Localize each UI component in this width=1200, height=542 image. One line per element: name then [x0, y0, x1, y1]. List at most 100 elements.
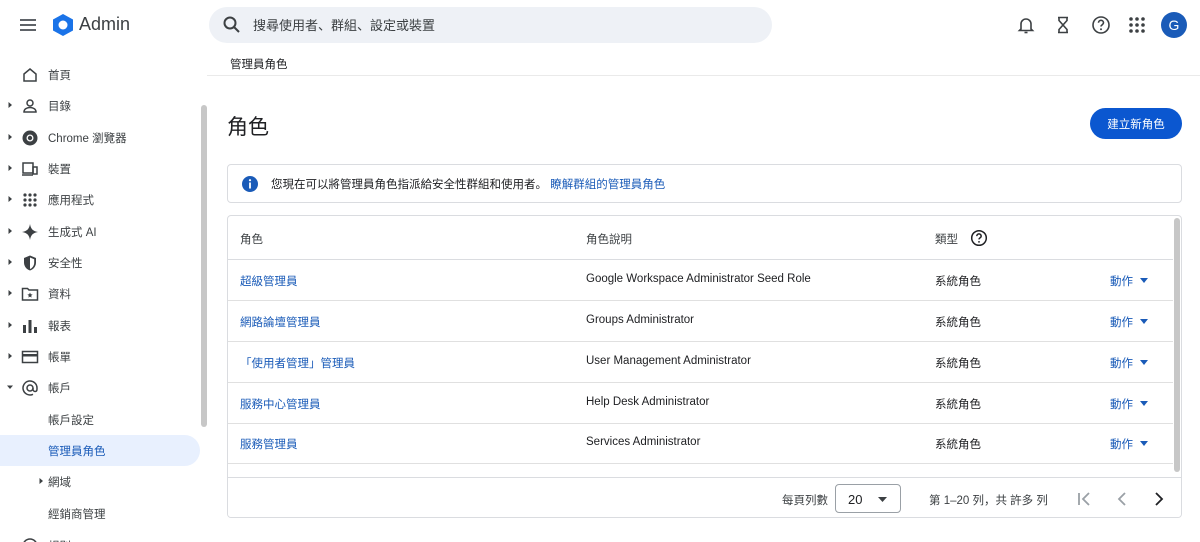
- first-page-icon[interactable]: [1074, 489, 1094, 509]
- role-description: Google Workspace Administrator Seed Role: [586, 273, 811, 285]
- sidebar-item-label: 首頁: [48, 70, 71, 82]
- role-name-link[interactable]: 服務管理員: [240, 436, 298, 452]
- app-title[interactable]: Admin: [79, 14, 130, 35]
- search-input[interactable]: [253, 7, 753, 43]
- top-bar: Admin G: [0, 0, 1200, 50]
- caret-down-icon[interactable]: [1140, 319, 1148, 324]
- learn-more-link[interactable]: 瞭解群組的管理員角色: [550, 179, 665, 191]
- sidebar-subitem-reseller[interactable]: 經銷商管理: [0, 498, 200, 529]
- action-menu-button[interactable]: 動作: [1110, 314, 1133, 330]
- apps-grid-icon[interactable]: [1127, 15, 1147, 35]
- caret-down-icon[interactable]: [1140, 441, 1148, 446]
- pagination-bar: 每頁列數 20 第 1–20 列，共 許多 列: [228, 477, 1181, 517]
- help-icon[interactable]: [970, 229, 988, 247]
- table-row[interactable]: 網路論壇管理員 Groups Administrator 系統角色 動作: [228, 301, 1173, 342]
- rows-per-page-select[interactable]: 20: [835, 484, 901, 513]
- admin-logo-icon[interactable]: [51, 13, 75, 37]
- previous-page-icon[interactable]: [1112, 489, 1132, 509]
- role-name-link[interactable]: 「使用者管理」管理員: [240, 355, 355, 371]
- sidebar-item-data[interactable]: 資料: [0, 278, 200, 309]
- sidebar-subitem-admin-roles[interactable]: 管理員角色: [0, 435, 200, 466]
- roles-table: 角色 角色說明 類型 超級管理員 Google Workspace Admini…: [227, 215, 1182, 518]
- column-header-type[interactable]: 類型: [935, 231, 958, 247]
- role-description: Help Desk Administrator: [586, 396, 710, 408]
- sidebar-item-directory[interactable]: 目錄: [0, 90, 200, 121]
- sidebar-item-label: 帳戶: [48, 383, 71, 395]
- sidebar-item-reports[interactable]: 報表: [0, 310, 200, 341]
- at-sign-icon: [21, 379, 39, 397]
- table-scrollbar[interactable]: [1174, 218, 1180, 472]
- sidebar-item-label: 管理員角色: [48, 446, 106, 458]
- info-banner: 您現在可以將管理員角色指派給安全性群組和使用者。 瞭解群組的管理員角色: [227, 164, 1182, 203]
- sidebar-subitem-account-settings[interactable]: 帳戶設定: [0, 404, 200, 435]
- caret-down-icon[interactable]: [6, 383, 14, 391]
- sidebar-item-account[interactable]: 帳戶: [0, 372, 200, 403]
- sidebar-subitem-domains[interactable]: 網域: [0, 466, 200, 497]
- page-title: 角色: [227, 116, 269, 139]
- bell-icon[interactable]: [1016, 15, 1036, 35]
- sidebar: 首頁 目錄 Chrome 瀏覽器 裝置 應用程式 生成式 AI 安全性 資料 報…: [0, 58, 205, 542]
- sidebar-item-devices[interactable]: 裝置: [0, 153, 200, 184]
- person-icon: [21, 97, 39, 115]
- caret-right-icon[interactable]: [6, 101, 14, 109]
- caret-right-icon[interactable]: [6, 133, 14, 141]
- table-row[interactable]: 超級管理員 Google Workspace Administrator See…: [228, 260, 1173, 301]
- role-name-link[interactable]: 服務中心管理員: [240, 396, 321, 412]
- help-icon[interactable]: [1091, 15, 1111, 35]
- caret-down-icon[interactable]: [1140, 278, 1148, 283]
- create-role-button[interactable]: 建立新角色: [1090, 108, 1182, 139]
- role-type: 系統角色: [935, 399, 981, 411]
- table-row[interactable]: 服務管理員 Services Administrator 系統角色 動作: [228, 423, 1173, 464]
- column-header-role[interactable]: 角色: [240, 231, 263, 247]
- role-name-link[interactable]: 超級管理員: [240, 273, 298, 289]
- page-range-text: 第 1–20 列，共 許多 列: [929, 495, 1048, 507]
- sidebar-item-billing[interactable]: 帳單: [0, 341, 200, 372]
- breadcrumb-divider: [207, 75, 1200, 76]
- sidebar-item-label: 應用程式: [48, 195, 94, 207]
- sidebar-item-security[interactable]: 安全性: [0, 247, 200, 278]
- hourglass-icon[interactable]: [1053, 15, 1073, 35]
- info-text-line: 您現在可以將管理員角色指派給安全性群組和使用者。 瞭解群組的管理員角色: [271, 176, 665, 192]
- bar-chart-icon: [21, 317, 39, 335]
- action-menu-button[interactable]: 動作: [1110, 396, 1133, 412]
- caret-down-icon[interactable]: [1140, 401, 1148, 406]
- sidebar-item-label: Chrome 瀏覽器: [48, 133, 127, 145]
- sidebar-item-label: 帳戶設定: [48, 415, 94, 427]
- search-bar[interactable]: [209, 7, 772, 43]
- sidebar-item-label: 裝置: [48, 164, 71, 176]
- action-menu-button[interactable]: 動作: [1110, 436, 1133, 452]
- table-row[interactable]: 服務中心管理員 Help Desk Administrator 系統角色 動作: [228, 383, 1173, 424]
- menu-icon[interactable]: [16, 13, 40, 37]
- sidebar-item-label: 目錄: [48, 101, 71, 113]
- caret-right-icon[interactable]: [6, 195, 14, 203]
- caret-right-icon[interactable]: [6, 258, 14, 266]
- table-header: 角色 角色說明 類型: [228, 216, 1173, 260]
- caret-right-icon[interactable]: [37, 477, 45, 485]
- action-menu-button[interactable]: 動作: [1110, 355, 1133, 371]
- sidebar-item-apps[interactable]: 應用程式: [0, 184, 200, 215]
- role-type: 系統角色: [935, 358, 981, 370]
- sidebar-item-home[interactable]: 首頁: [0, 59, 200, 90]
- role-description: User Management Administrator: [586, 355, 751, 367]
- sidebar-item-generative-ai[interactable]: 生成式 AI: [0, 216, 200, 247]
- caret-right-icon[interactable]: [6, 289, 14, 297]
- caret-right-icon[interactable]: [6, 227, 14, 235]
- caret-right-icon[interactable]: [6, 352, 14, 360]
- role-description: Groups Administrator: [586, 314, 695, 326]
- table-row[interactable]: 「使用者管理」管理員 User Management Administrator…: [228, 342, 1173, 383]
- apps-grid-icon: [21, 191, 39, 209]
- info-icon: [241, 175, 259, 193]
- info-message: 您現在可以將管理員角色指派給安全性群組和使用者。: [271, 179, 547, 191]
- caret-right-icon[interactable]: [6, 321, 14, 329]
- column-header-description[interactable]: 角色說明: [586, 231, 632, 247]
- avatar[interactable]: G: [1161, 12, 1187, 38]
- next-page-icon[interactable]: [1149, 489, 1169, 509]
- sidebar-item-rules[interactable]: 規則: [0, 530, 200, 542]
- sidebar-item-chrome[interactable]: Chrome 瀏覽器: [0, 122, 200, 153]
- search-icon[interactable]: [222, 15, 242, 35]
- sidebar-scrollbar[interactable]: [201, 105, 207, 427]
- action-menu-button[interactable]: 動作: [1110, 273, 1133, 289]
- caret-down-icon[interactable]: [1140, 360, 1148, 365]
- caret-right-icon[interactable]: [6, 164, 14, 172]
- role-name-link[interactable]: 網路論壇管理員: [240, 314, 321, 330]
